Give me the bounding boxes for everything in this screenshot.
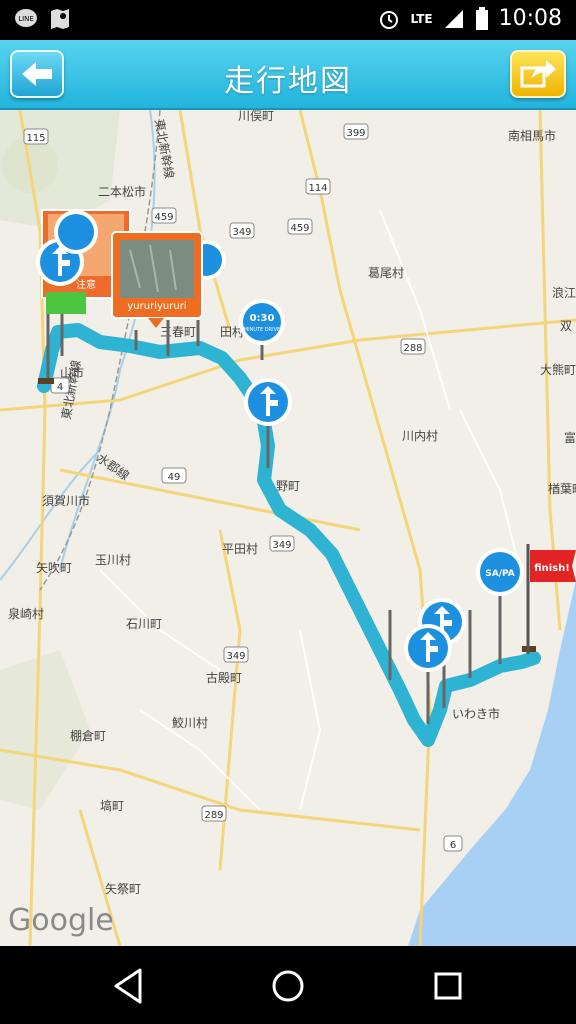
- turn-marker[interactable]: [404, 624, 452, 672]
- label-iwaki: いわき市: [452, 706, 500, 721]
- share-button[interactable]: [510, 50, 566, 98]
- label-sukagawa: 須賀川市: [42, 493, 90, 508]
- drive-time-badge[interactable]: 0:30 MINUTE DRIVE: [239, 299, 285, 345]
- label-minamisoma: 南相馬市: [508, 128, 556, 143]
- label-kawamata: 川俣町: [238, 110, 274, 123]
- alarm-icon: [379, 10, 398, 29]
- status-bar: LINE LTE 10:08: [0, 0, 576, 40]
- label-okuma: 大熊町: [540, 362, 576, 377]
- svg-text:349: 349: [232, 227, 251, 238]
- svg-text:349: 349: [272, 540, 291, 551]
- svg-text:288: 288: [403, 343, 422, 354]
- svg-text:459: 459: [290, 223, 309, 234]
- label-kawauchi: 川内村: [402, 429, 438, 443]
- label-furudono: 古殿町: [206, 670, 242, 685]
- svg-text:49: 49: [168, 472, 181, 483]
- svg-text:6: 6: [450, 840, 456, 851]
- label-namie: 浪江: [552, 285, 576, 300]
- svg-text:289: 289: [204, 810, 223, 821]
- back-triangle-icon[interactable]: [106, 964, 150, 1008]
- app-bar: 走行地図: [0, 40, 576, 110]
- svg-text:MINUTE DRIVE: MINUTE DRIVE: [244, 327, 280, 333]
- clock: 10:08: [498, 6, 562, 31]
- network-type: LTE: [410, 11, 433, 26]
- label-hanawa: 塙町: [100, 798, 124, 813]
- line-icon: LINE: [14, 7, 38, 36]
- svg-text:finish!: finish!: [534, 563, 570, 574]
- home-circle-icon[interactable]: [266, 964, 310, 1008]
- label-naraha: 楢葉町: [548, 481, 576, 496]
- photo-marker[interactable]: yururiyururi: [111, 231, 203, 328]
- svg-text:SA/PA: SA/PA: [485, 569, 515, 579]
- label-ishikawa: 石川町: [126, 617, 162, 631]
- svg-text:399: 399: [346, 128, 365, 139]
- label-hirata: 平田村: [222, 542, 258, 556]
- svg-text:LINE: LINE: [18, 15, 34, 23]
- signal-icon: [444, 9, 463, 28]
- map-view[interactable]: 二本松市 川俣町 南相馬市 葛尾村 川内村 須賀川市 矢吹町 玉川村 平田村 泉…: [0, 110, 576, 946]
- page-title: 走行地図: [224, 64, 352, 99]
- label-futaba: 双: [560, 319, 572, 333]
- turn-marker[interactable]: [244, 378, 292, 426]
- system-nav-bar: [0, 946, 576, 1024]
- sapa-marker[interactable]: SA/PA: [476, 548, 524, 596]
- svg-text:459: 459: [154, 212, 173, 223]
- turn-marker[interactable]: [54, 210, 98, 254]
- battery-icon: [475, 6, 488, 30]
- google-attribution: Google: [8, 903, 114, 938]
- caution-label: 注意: [76, 278, 96, 291]
- svg-text:349: 349: [226, 651, 245, 662]
- photo-caption: yururiyururi: [127, 301, 186, 312]
- label-katsurao: 葛尾村: [368, 266, 404, 280]
- map-pin-icon: [48, 7, 72, 36]
- svg-text:114: 114: [308, 183, 327, 194]
- label-tamakawa: 玉川村: [95, 553, 131, 567]
- svg-text:4: 4: [57, 382, 63, 393]
- label-nihonmatsu: 二本松市: [98, 184, 146, 199]
- label-tanagura: 棚倉町: [70, 728, 106, 743]
- label-ono: 野町: [276, 479, 300, 493]
- svg-text:0:30: 0:30: [250, 313, 275, 324]
- label-samegawa: 鮫川村: [172, 715, 208, 730]
- label-yamatsuri: 矢祭町: [105, 882, 141, 896]
- recents-square-icon[interactable]: [426, 964, 470, 1008]
- svg-text:115: 115: [26, 133, 45, 144]
- label-miharu: 三春町: [160, 325, 196, 339]
- label-tomioka: 富: [564, 430, 576, 445]
- share-arrow-icon: [520, 60, 556, 88]
- label-yabuki: 矢吹町: [36, 561, 72, 575]
- label-izumizaki: 泉崎村: [8, 607, 44, 621]
